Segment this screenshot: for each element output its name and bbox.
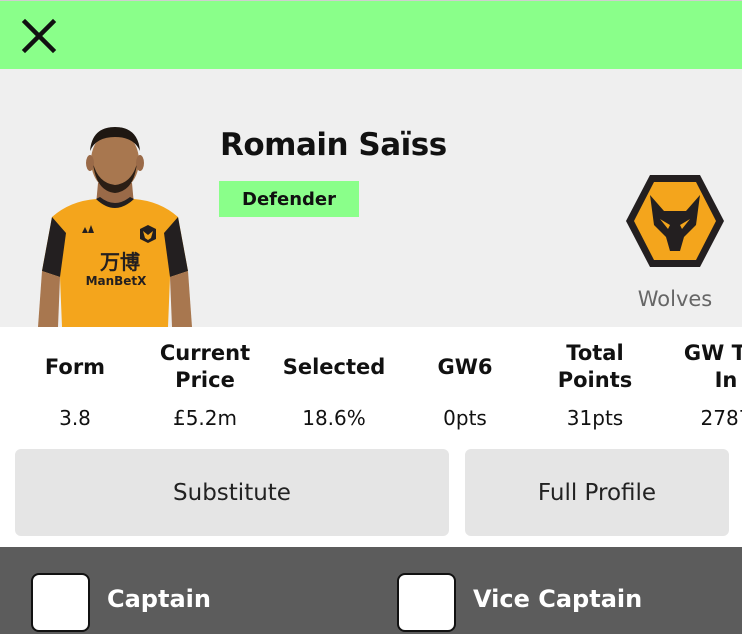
position-badge: Defender (219, 181, 359, 217)
stat-label: Total Points (557, 341, 633, 392)
club-name: Wolves (637, 287, 713, 311)
stat-label: GW6 (437, 354, 493, 379)
svg-text:万博: 万博 (99, 250, 140, 274)
captain-options-bar: Captain Vice Captain (0, 547, 742, 634)
stat-total-points: Total Points 31pts (530, 339, 660, 430)
vice-captain-checkbox[interactable] (397, 573, 456, 632)
svg-text:ManBetX: ManBetX (86, 274, 148, 288)
stat-current-price: Current Price £5.2m (140, 339, 270, 430)
top-bar (0, 0, 742, 69)
stat-label: Current Price (159, 341, 251, 392)
stat-value: 0pts (443, 406, 487, 430)
captain-label: Captain (107, 585, 211, 613)
stat-value: 2787 (700, 406, 742, 430)
stat-label: Form (44, 354, 106, 379)
stat-value: 31pts (566, 406, 624, 430)
stats-row: Form 3.8 Current Price £5.2m Selected 18… (0, 327, 742, 439)
player-photo: 万博 ManBetX (38, 127, 192, 327)
full-profile-button[interactable]: Full Profile (465, 449, 729, 536)
stat-label: GW Tra In (683, 341, 742, 392)
stat-selected: Selected 18.6% (269, 339, 399, 431)
close-icon[interactable] (18, 15, 60, 57)
stat-gw6: GW6 0pts (400, 339, 530, 431)
captain-checkbox[interactable] (31, 573, 90, 632)
stat-value: £5.2m (172, 406, 237, 430)
player-header: 万博 ManBetX Romain Saïss Defender Wolves (0, 69, 742, 327)
stat-value: 3.8 (59, 406, 91, 430)
wolves-crest-icon (626, 175, 724, 267)
stat-gw-transfers-in: GW Tra In 2787 (661, 339, 742, 430)
stat-label: Selected (282, 354, 386, 379)
player-name: Romain Saïss (220, 127, 447, 163)
substitute-button[interactable]: Substitute (15, 449, 449, 536)
vice-captain-label: Vice Captain (473, 585, 643, 613)
stat-form: Form 3.8 (10, 339, 140, 431)
stat-value: 18.6% (302, 406, 366, 430)
